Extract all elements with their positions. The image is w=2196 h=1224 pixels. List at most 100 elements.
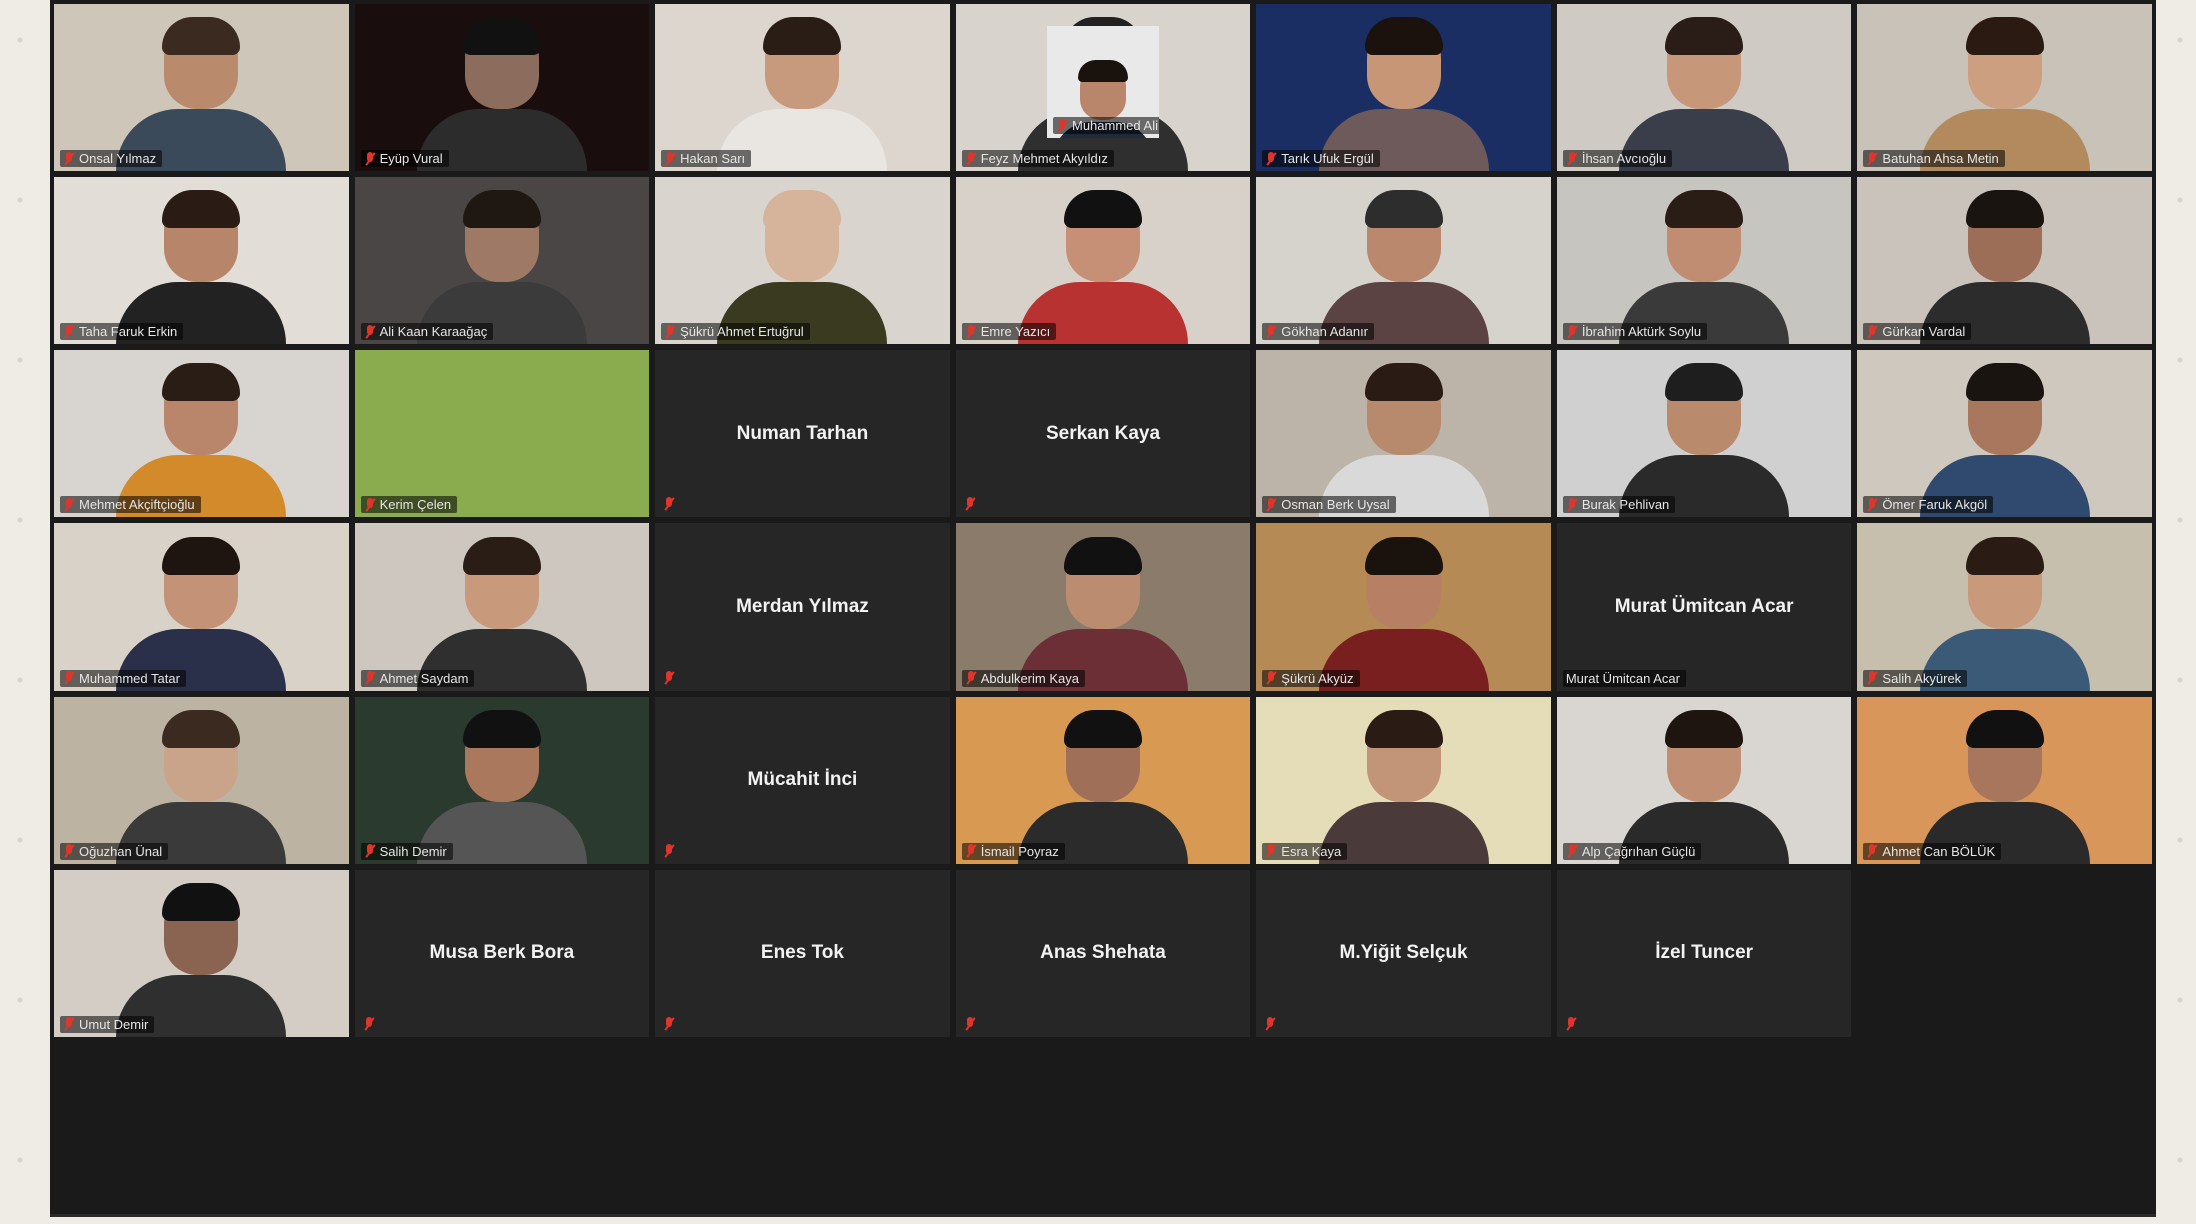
mic-muted-icon (1565, 1016, 1577, 1031)
participant-tile[interactable]: Alp Çağrıhan Güçlü (1556, 696, 1852, 864)
participant-tile[interactable]: Serkan Kaya (955, 350, 1251, 518)
participant-tile[interactable]: Enes Tok (655, 869, 950, 1037)
participant-name-label: Tarık Ufuk Ergül (1262, 150, 1380, 168)
participant-tile[interactable]: Eyüp Vural (354, 4, 650, 172)
participant-figure (116, 363, 287, 518)
participant-name: Kerim Çelen (379, 497, 452, 513)
participant-tile[interactable]: Salih Akyürek (1857, 523, 2152, 691)
participant-name-label: İsmail Poyraz (961, 842, 1065, 860)
participant-name-label: Murat Ümitcan Acar (1562, 669, 1686, 687)
participant-tile[interactable]: İbrahim Aktürk Soylu (1556, 177, 1852, 345)
participant-name: Salih Akyürek (1882, 670, 1962, 686)
participant-tile[interactable]: Kerim Çelen (354, 350, 650, 518)
participant-figure (1619, 363, 1790, 518)
participant-tile[interactable]: İhsan Avcıoğlu (1556, 4, 1852, 172)
participant-tile[interactable]: Şükrü Akyüz (1256, 523, 1551, 691)
participant-name: Ahmet Saydam (379, 670, 469, 686)
participant-hair (1965, 536, 2044, 575)
participant-tile[interactable]: Anas Shehata (955, 869, 1251, 1037)
participant-figure (416, 709, 587, 864)
participant-display-name: Murat Ümitcan Acar (1614, 595, 1794, 617)
participant-figure (1318, 536, 1489, 691)
mic-muted-icon (663, 670, 675, 685)
participant-hair (1063, 190, 1142, 229)
participant-name: Eyüp Vural (379, 151, 443, 167)
participant-tile[interactable]: Mehmet Akçiftçioğlu (54, 350, 349, 518)
participant-name: İsmail Poyraz (980, 843, 1059, 859)
participant-name: Muhammed Tatar (79, 670, 180, 686)
participant-hair (1063, 709, 1142, 748)
participant-name: Murat Ümitcan Acar (1565, 670, 1680, 686)
participant-name-label: Onsal Yılmaz (60, 150, 163, 168)
participant-name: Umut Demir (79, 1016, 149, 1032)
participant-tile[interactable]: Batuhan Ahsa Metin (1857, 4, 2152, 172)
participant-tile[interactable]: Mücahit İnci (655, 696, 950, 864)
participant-tile[interactable]: Onsal Yılmaz (54, 4, 349, 172)
mic-muted-icon (1566, 497, 1578, 512)
mic-muted-icon (1265, 844, 1277, 858)
participant-hair (1364, 536, 1443, 575)
participant-tile[interactable]: İsmail Poyraz (955, 696, 1251, 864)
participant-name: İbrahim Aktürk Soylu (1581, 324, 1702, 340)
mic-muted-icon (363, 1016, 375, 1031)
participant-figure (1318, 190, 1489, 345)
participant-tile[interactable]: Ahmet Can BÖLÜK (1857, 696, 2152, 864)
participant-name-label: Salih Akyürek (1863, 669, 1968, 687)
participant-tile[interactable]: Gürkan Vardal (1857, 177, 2152, 345)
participant-tile[interactable]: Oğuzhan Ünal (54, 696, 349, 864)
participant-tile[interactable]: Şükrü Ahmet Ertuğrul (655, 177, 950, 345)
participant-display-name: Serkan Kaya (1045, 422, 1161, 444)
participant-name-label: Batuhan Ahsa Metin (1863, 150, 2005, 168)
participant-tile[interactable]: İzel Tuncer (1556, 869, 1852, 1037)
participant-tile[interactable]: Muhammed Tatar (54, 523, 349, 691)
participant-name-label: Mehmet Akçiftçioğlu (60, 496, 201, 514)
participant-name-label: Emre Yazıcı (961, 323, 1057, 341)
participant-figure (1919, 536, 2090, 691)
mic-muted-icon (1866, 324, 1878, 339)
participant-tile[interactable]: M.Yiğit Selçuk (1256, 869, 1551, 1037)
participant-tile[interactable]: Abdulkerim Kaya (955, 523, 1251, 691)
mic-muted-icon (63, 844, 75, 858)
participant-tile[interactable]: Murat Ümitcan Acar Murat Ümitcan Acar (1556, 523, 1852, 691)
participant-display-name: Enes Tok (760, 942, 844, 964)
participant-name: Emre Yazıcı (980, 324, 1051, 340)
participant-tile[interactable]: Osman Berk Uysal (1256, 350, 1551, 518)
mic-muted-icon (364, 324, 376, 339)
participant-tile[interactable]: Ahmet Saydam (354, 523, 650, 691)
participant-display-name: İzel Tuncer (1655, 942, 1754, 964)
participant-name-label: Gürkan Vardal (1863, 323, 1972, 341)
participant-tile[interactable]: Muhammed Ali Öztürk (1047, 26, 1159, 138)
participant-tile[interactable]: Burak Pehlivan (1556, 350, 1852, 518)
participant-name: Osman Berk Uysal (1281, 497, 1390, 513)
participant-tile[interactable]: Emre Yazıcı (955, 177, 1251, 345)
participant-figure (1919, 17, 2090, 172)
participant-name: Batuhan Ahsa Metin (1882, 151, 1999, 167)
participant-tile[interactable]: Umut Demir (54, 869, 349, 1037)
mic-muted-icon (1056, 118, 1068, 133)
participant-tile[interactable]: Ali Kaan Karaağaç (354, 177, 650, 345)
mic-muted-icon (965, 324, 977, 339)
participant-hair (1063, 536, 1142, 575)
participant-tile[interactable]: Tarık Ufuk Ergül (1256, 4, 1551, 172)
participant-hair (462, 536, 541, 575)
participant-figure (717, 190, 888, 345)
participant-hair (1364, 17, 1443, 56)
participant-hair (1965, 190, 2044, 229)
participant-tile[interactable]: Taha Faruk Erkin (54, 177, 349, 345)
participant-name: Salih Demir (379, 843, 447, 859)
mic-muted-icon (663, 843, 675, 858)
participant-tile[interactable]: Hakan Sarı (655, 4, 950, 172)
participant-tile[interactable]: Numan Tarhan (655, 350, 950, 518)
participant-hair (1965, 17, 2044, 56)
participant-tile[interactable]: Ömer Faruk Akgöl (1857, 350, 2152, 518)
participant-tile[interactable]: Esra Kaya (1256, 696, 1551, 864)
participant-tile[interactable]: Musa Berk Bora (354, 869, 650, 1037)
participant-hair (162, 709, 241, 748)
participant-hair (462, 17, 541, 56)
participant-display-name: Musa Berk Bora (429, 942, 575, 964)
participant-tile[interactable]: Merdan Yılmaz (655, 523, 950, 691)
participant-name-label: Muhammed Tatar (60, 669, 186, 687)
participant-name: Hakan Sarı (680, 151, 746, 167)
participant-tile[interactable]: Salih Demir (354, 696, 650, 864)
participant-tile[interactable]: Gökhan Adanır (1256, 177, 1551, 345)
